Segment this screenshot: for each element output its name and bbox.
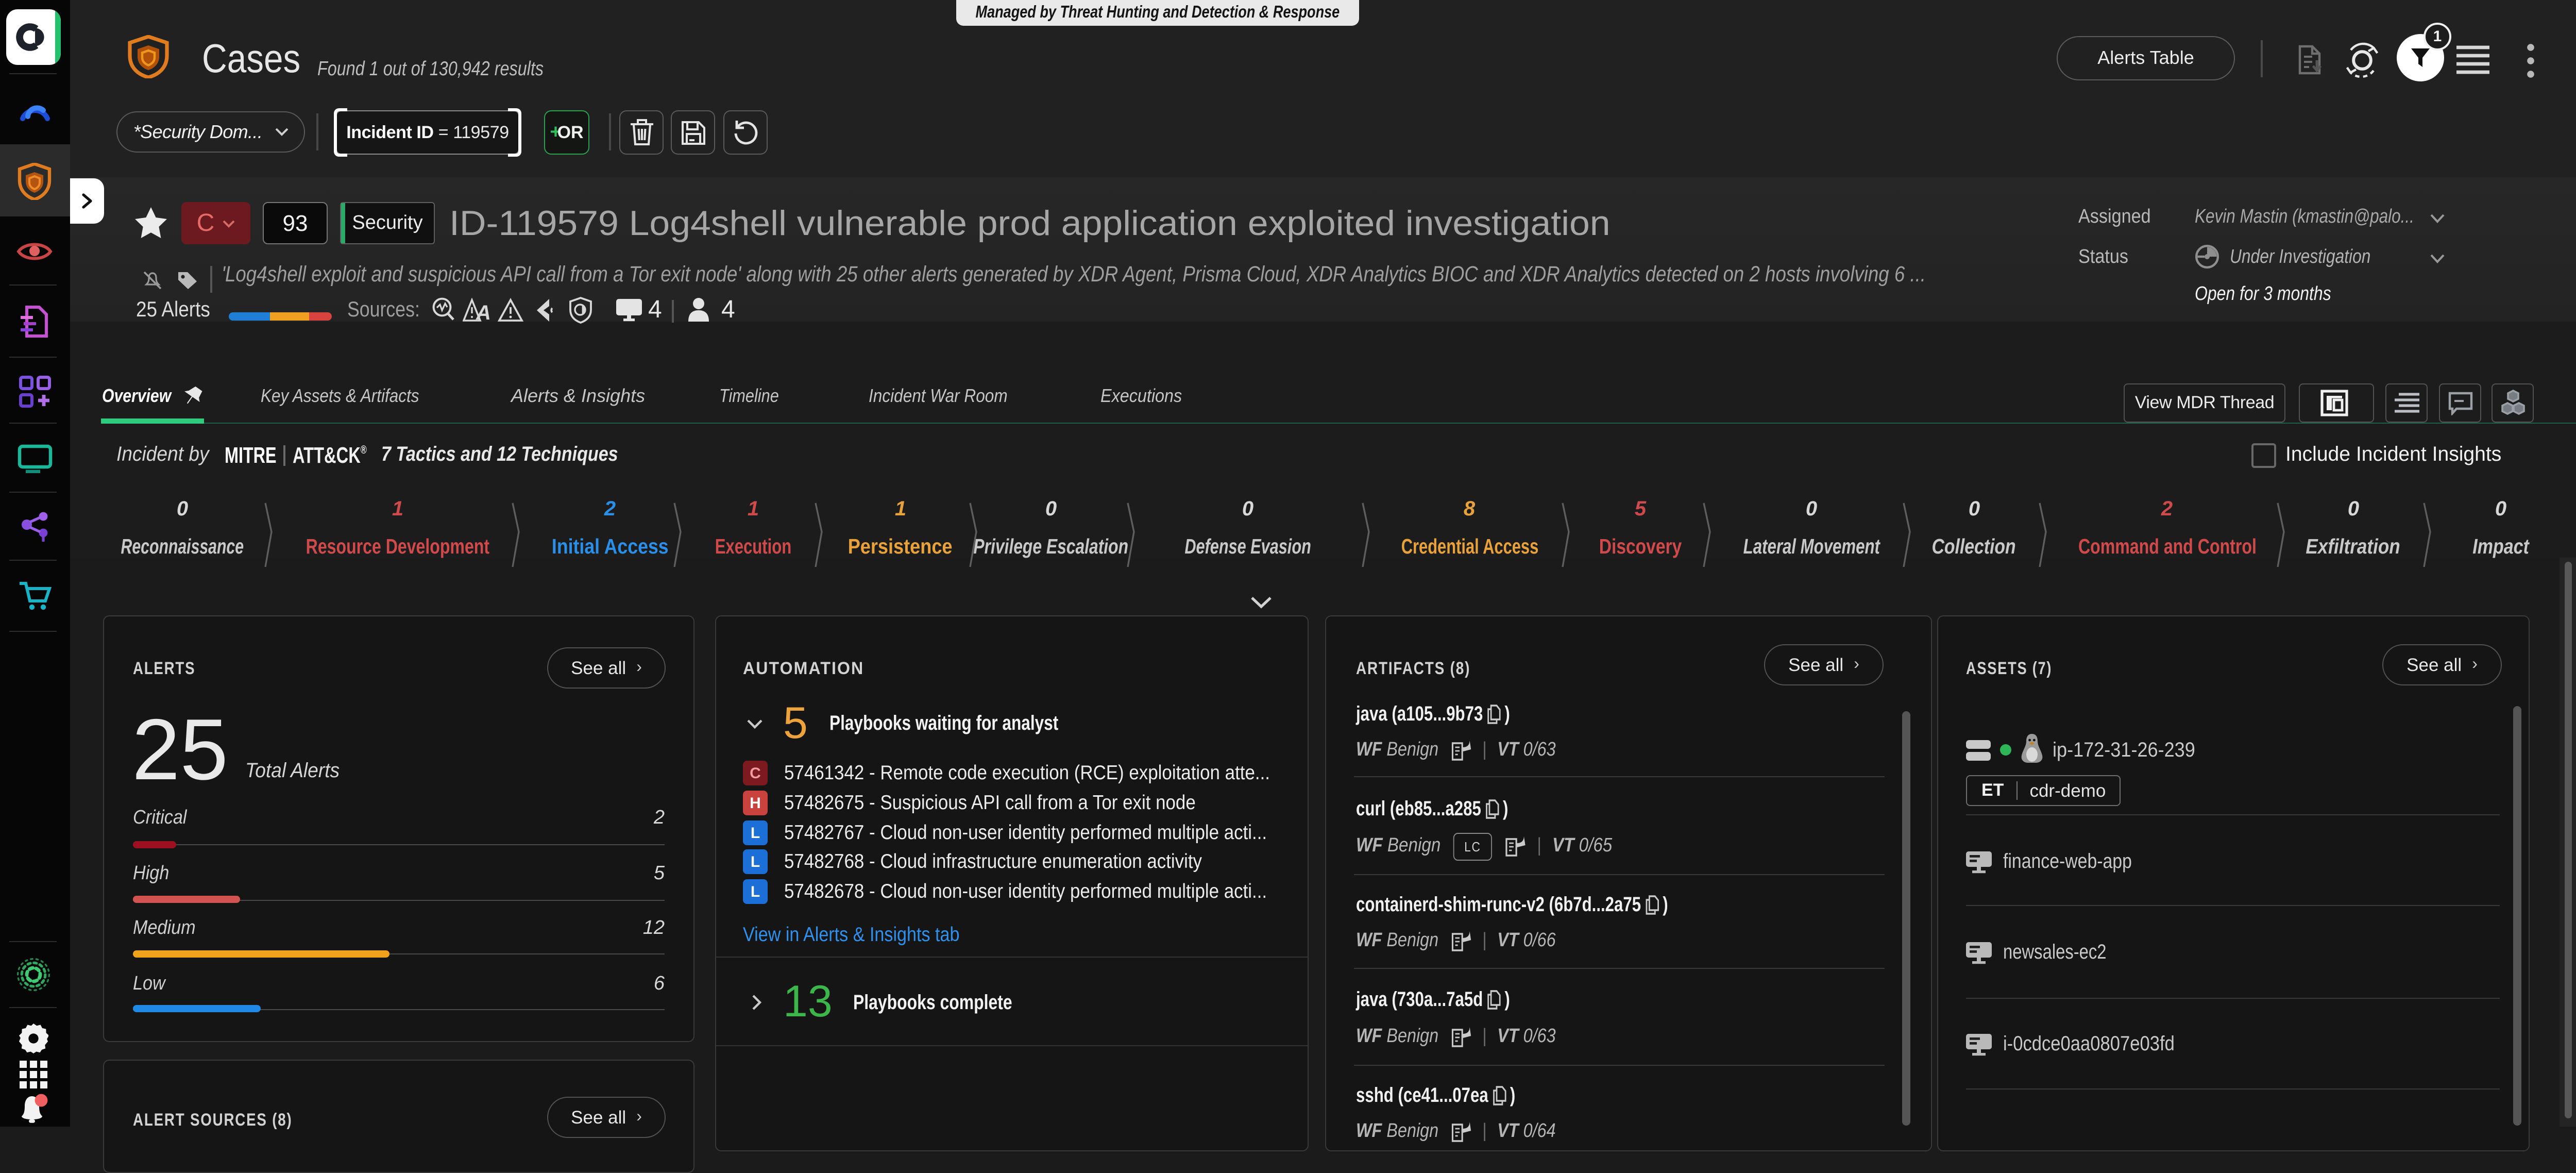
svg-text:A: A (476, 301, 490, 323)
